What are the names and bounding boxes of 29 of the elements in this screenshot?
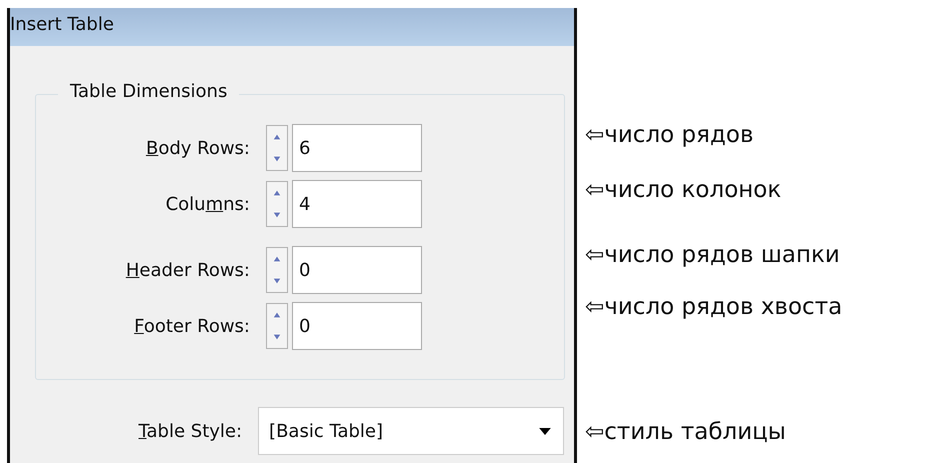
- field-label: Table Style:: [138, 420, 244, 442]
- annotation-text: ⇦стиль таблицы: [585, 418, 786, 447]
- spinner-buttons[interactable]: [266, 125, 288, 171]
- caret-icon: [539, 428, 551, 434]
- down-arrow-icon[interactable]: [272, 333, 282, 341]
- number-field[interactable]: 6: [292, 124, 422, 172]
- annotation-text: ⇦число рядов хвоста: [585, 293, 842, 322]
- annotation-text: ⇦число рядов шапки: [585, 241, 840, 270]
- style-dropdown[interactable]: [Basic Table]: [258, 407, 564, 455]
- number-field[interactable]: 4: [292, 180, 422, 228]
- up-arrow-icon[interactable]: [272, 255, 282, 263]
- field-label: Body Rows:: [144, 138, 251, 158]
- field-label: Header Rows:: [124, 260, 251, 280]
- annotation-text: ⇦число колонок: [585, 176, 782, 205]
- spinner-buttons[interactable]: [266, 247, 288, 293]
- up-arrow-icon[interactable]: [272, 189, 282, 197]
- field-label: Footer Rows:: [133, 316, 251, 336]
- up-arrow-icon[interactable]: [272, 133, 282, 141]
- window-title: Insert Table: [10, 8, 574, 46]
- up-arrow-icon[interactable]: [272, 311, 282, 319]
- down-arrow-icon[interactable]: [272, 211, 282, 219]
- number-field[interactable]: 0: [292, 246, 422, 294]
- field-label: Columns:: [164, 194, 251, 214]
- down-arrow-icon[interactable]: [272, 155, 282, 163]
- number-field[interactable]: 0: [292, 302, 422, 350]
- down-arrow-icon[interactable]: [272, 277, 282, 285]
- spinner-buttons[interactable]: [266, 303, 288, 349]
- annotation-text: ⇦число рядов: [585, 121, 754, 150]
- spinner-buttons[interactable]: [266, 181, 288, 227]
